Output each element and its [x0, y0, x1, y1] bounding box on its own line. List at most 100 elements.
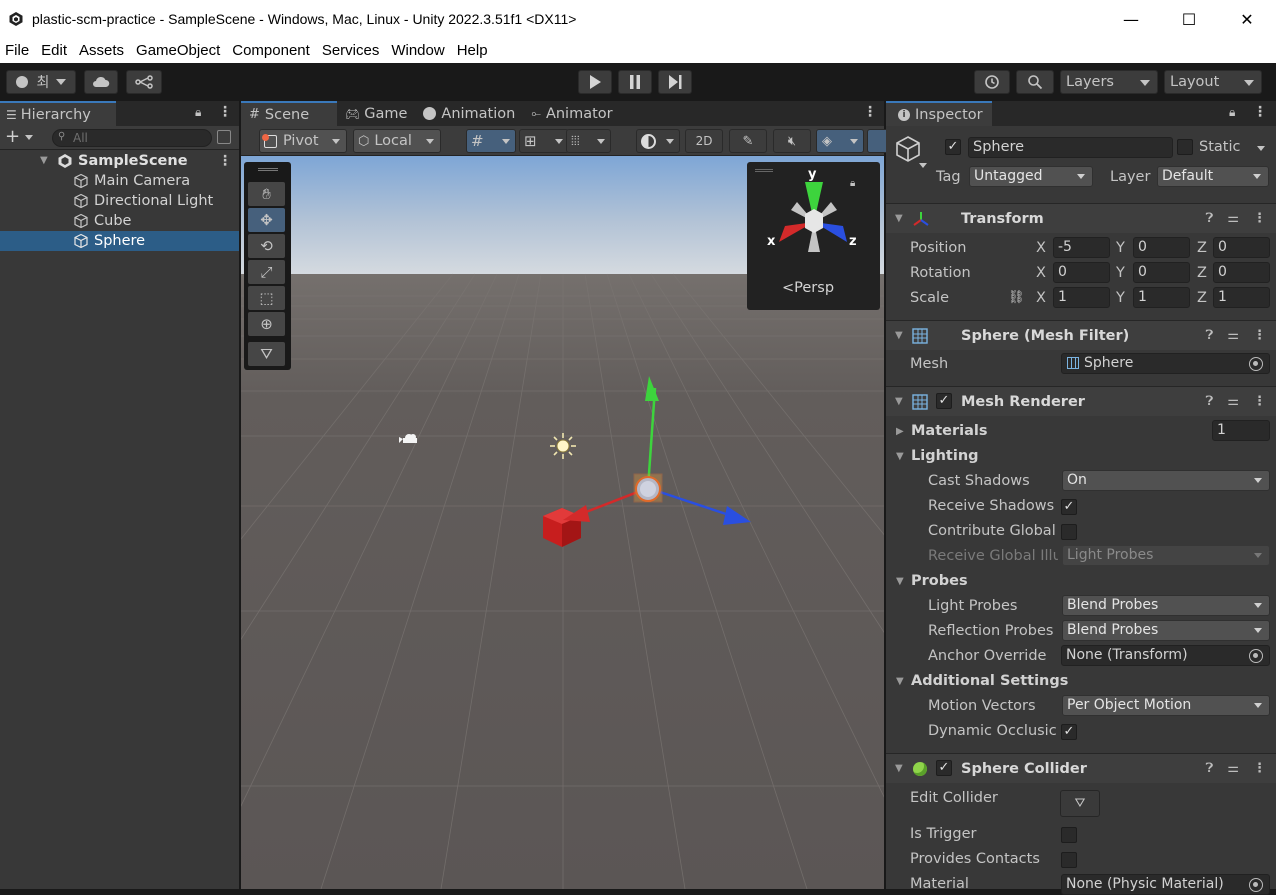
help-icon[interactable]: ❓︎ [1206, 211, 1214, 226]
menu-help[interactable]: Help [452, 42, 495, 59]
transform-tool-button[interactable]: ⊕ [248, 312, 285, 336]
rect-tool-button[interactable]: ⬚ [248, 286, 285, 310]
sphere-collider-enabled-checkbox[interactable]: ✓ [936, 760, 952, 776]
position-y-field[interactable]: 0 [1133, 237, 1190, 258]
menu-assets[interactable]: Assets [74, 42, 131, 59]
tab-inspector[interactable]: i Inspector [886, 101, 992, 126]
object-name-field[interactable]: Sphere [968, 137, 1173, 158]
object-picker-icon[interactable] [1249, 357, 1263, 371]
add-icon[interactable]: + [5, 126, 20, 147]
scene-visibility-icon[interactable] [217, 130, 231, 144]
rotation-x-field[interactable]: 0 [1053, 262, 1110, 283]
cast-shadows-dropdown[interactable]: On [1062, 470, 1270, 491]
menu-gameobject[interactable]: GameObject [131, 42, 227, 59]
static-checkbox[interactable] [1177, 139, 1193, 155]
preset-icon[interactable]: ⚌ [1227, 211, 1239, 226]
scale-tool-button[interactable]: ⤢ [248, 260, 285, 284]
tab-scene[interactable]: # Scene [241, 101, 337, 126]
collapse-arrow-icon[interactable]: ▼ [896, 451, 904, 462]
kebab-menu-icon[interactable]: ⋮ [1253, 211, 1266, 226]
pause-button[interactable] [618, 70, 652, 94]
help-icon[interactable]: ❓︎ [1206, 394, 1214, 409]
collapse-arrow-icon[interactable]: ▼ [895, 213, 903, 224]
object-picker-icon[interactable] [1249, 878, 1263, 892]
close-button[interactable]: ✕ [1218, 0, 1276, 38]
tag-dropdown[interactable]: Untagged [969, 166, 1093, 187]
layers-dropdown[interactable]: Layers [1060, 70, 1158, 94]
step-button[interactable] [658, 70, 692, 94]
account-dropdown[interactable]: 최 [6, 70, 76, 94]
position-x-field[interactable]: -5 [1053, 237, 1110, 258]
shading-mode-dropdown[interactable] [636, 129, 680, 153]
collapse-arrow-icon[interactable]: ▼ [895, 330, 903, 341]
minimize-button[interactable]: — [1102, 0, 1160, 38]
mesh-object-field[interactable]: Sphere [1061, 353, 1270, 374]
edit-collider-button[interactable]: ⛛ [1060, 790, 1100, 817]
link-broken-icon[interactable]: ⛓︎ [1008, 290, 1025, 305]
collab-button[interactable] [126, 70, 162, 94]
kebab-menu-icon[interactable]: ⋮ [218, 104, 232, 120]
additional-settings-label[interactable]: Additional Settings [911, 673, 1068, 689]
lighting-label[interactable]: Lighting [911, 448, 979, 464]
light-probes-dropdown[interactable]: Blend Probes [1062, 595, 1270, 616]
expand-arrow-icon[interactable]: ▼ [40, 155, 48, 166]
material-object-field[interactable]: None (Physic Material) [1061, 874, 1270, 895]
materials-count-field[interactable]: 1 [1212, 420, 1270, 441]
mesh-renderer-header[interactable]: ▼ ✓ Mesh Renderer ❓︎ ⚌ ⋮ [886, 386, 1276, 416]
preset-icon[interactable]: ⚌ [1227, 761, 1239, 776]
preset-icon[interactable]: ⚌ [1227, 328, 1239, 343]
scale-x-field[interactable]: 1 [1053, 287, 1110, 308]
expand-arrow-icon[interactable]: ▶ [896, 426, 904, 437]
search-button[interactable] [1016, 70, 1054, 94]
chevron-down-icon[interactable] [25, 135, 33, 140]
materials-label[interactable]: Materials [911, 423, 988, 439]
pivot-dropdown[interactable]: Pivot [259, 129, 347, 153]
hierarchy-item-main-camera[interactable]: Main Camera [0, 171, 239, 191]
scale-z-field[interactable]: 1 [1213, 287, 1270, 308]
menu-file[interactable]: File [0, 42, 36, 59]
ruler-button[interactable]: ⦙⦙⦙ [566, 129, 611, 153]
receive-shadows-checkbox[interactable]: ✓ [1061, 499, 1077, 515]
rotate-tool-button[interactable]: ⟲ [248, 234, 285, 258]
dynamic-occlusion-checkbox[interactable]: ✓ [1061, 724, 1077, 740]
position-z-field[interactable]: 0 [1213, 237, 1270, 258]
palette-drag-handle[interactable] [258, 168, 278, 171]
sphere-collider-header[interactable]: ▼ ✓ Sphere Collider ❓︎ ⚌ ⋮ [886, 753, 1276, 783]
contribute-gi-checkbox[interactable] [1061, 524, 1077, 540]
collapse-arrow-icon[interactable]: ▼ [896, 676, 904, 687]
hierarchy-search-input[interactable]: All [52, 129, 212, 147]
tab-hierarchy[interactable]: ☰ Hierarchy [0, 101, 116, 126]
hierarchy-item-directional-light[interactable]: Directional Light [0, 191, 239, 211]
kebab-menu-icon[interactable]: ⋮ [218, 153, 232, 169]
tab-animator[interactable]: ⟜ Animator [523, 101, 620, 126]
anchor-override-field[interactable]: None (Transform) [1061, 645, 1270, 666]
audio-toggle-button[interactable]: 🔇︎ [773, 129, 811, 153]
collapse-arrow-icon[interactable]: ▼ [895, 396, 903, 407]
scene-visibility-button[interactable] [867, 129, 887, 153]
effects-dropdown[interactable]: ◈ [816, 129, 864, 153]
provides-contacts-checkbox[interactable] [1061, 852, 1077, 868]
kebab-menu-icon[interactable]: ⋮ [1253, 328, 1266, 343]
move-tool-button[interactable]: ✥ [248, 208, 285, 232]
tab-animation[interactable]: Animation [415, 101, 523, 126]
collapse-arrow-icon[interactable]: ▼ [895, 763, 903, 774]
rotation-z-field[interactable]: 0 [1213, 262, 1270, 283]
motion-vectors-dropdown[interactable]: Per Object Motion [1062, 695, 1270, 716]
layout-dropdown[interactable]: Layout [1164, 70, 1262, 94]
scale-y-field[interactable]: 1 [1133, 287, 1190, 308]
hierarchy-item-sphere[interactable]: Sphere [0, 231, 239, 251]
projection-toggle[interactable]: <Persp [782, 280, 834, 296]
hierarchy-item-cube[interactable]: Cube [0, 211, 239, 231]
probes-label[interactable]: Probes [911, 573, 968, 589]
help-icon[interactable]: ❓︎ [1206, 328, 1214, 343]
lighting-toggle-button[interactable]: ✎ [729, 129, 767, 153]
kebab-menu-icon[interactable]: ⋮ [863, 104, 877, 120]
custom-tool-button[interactable]: ⛛ [248, 342, 285, 366]
help-icon[interactable]: ❓︎ [1206, 761, 1214, 776]
orientation-gizmo[interactable]: 🔒︎ y x z <Persp [747, 162, 880, 310]
menu-component[interactable]: Component [227, 42, 317, 59]
lock-icon[interactable]: 🔒︎ [195, 105, 201, 120]
reflection-probes-dropdown[interactable]: Blend Probes [1062, 620, 1270, 641]
hand-tool-button[interactable]: ✋︎ [248, 182, 285, 206]
increment-snap-button[interactable]: ⊞ [519, 129, 569, 153]
